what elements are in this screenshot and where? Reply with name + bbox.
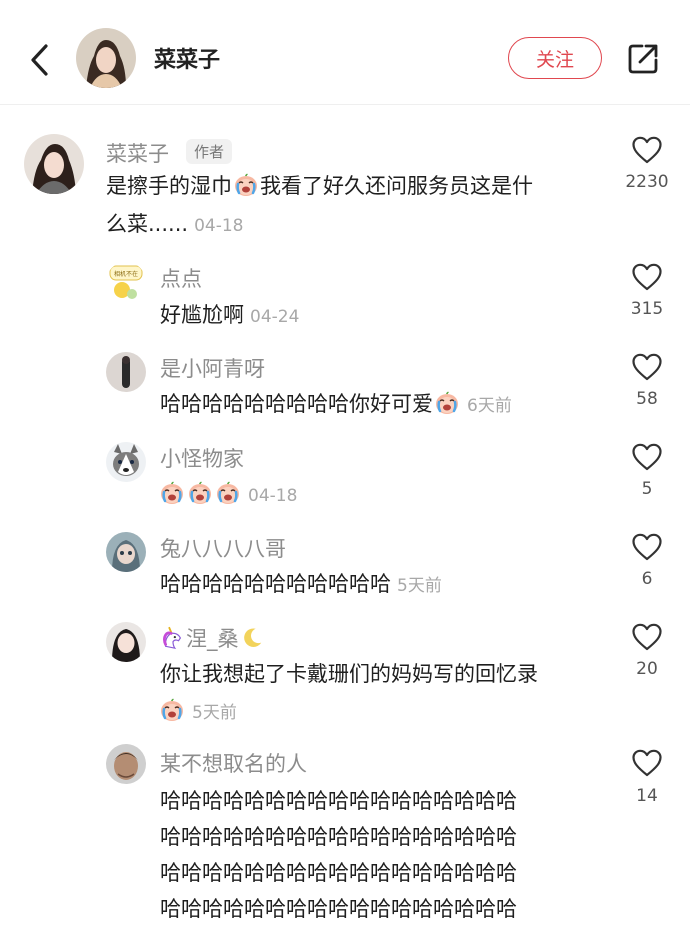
- like-count: 315: [630, 299, 664, 319]
- reply-text-line2: 5天前: [158, 693, 237, 731]
- reply-date: 5天前: [397, 576, 442, 596]
- comment-text-part: 我看了好久还问服务员这是什: [260, 174, 533, 198]
- unicorn-icon: [163, 626, 182, 650]
- reply-text-line: 哈哈哈哈哈哈哈哈哈哈哈哈哈哈哈哈哈: [160, 897, 517, 921]
- reply-date: 04-18: [248, 486, 298, 506]
- comment-date: 04-18: [194, 216, 244, 236]
- crying-laughing-emoji-icon: [434, 390, 460, 416]
- follow-button[interactable]: 关注: [508, 37, 602, 79]
- header-username[interactable]: 菜菜子: [154, 42, 220, 74]
- author-tag: 作者: [186, 139, 233, 164]
- reply-text-line: 哈哈哈哈哈哈哈哈哈哈哈哈哈哈哈哈哈: [160, 789, 517, 813]
- reply-avatar[interactable]: [106, 532, 146, 572]
- reply-avatar[interactable]: 相机不在: [106, 262, 146, 302]
- comment-username[interactable]: 菜菜子: [106, 138, 169, 168]
- reply-text: 哈哈哈哈哈哈哈哈哈你好可爱 6天前: [160, 386, 512, 424]
- comment-text-line2: 么菜...... 04-18: [106, 206, 243, 244]
- reply-text: 哈哈哈哈哈哈哈哈哈哈哈 5天前: [160, 566, 442, 604]
- heart-icon[interactable]: [631, 748, 663, 778]
- crying-laughing-emoji-icon: [215, 480, 241, 506]
- top-bar: 菜菜子 关注: [0, 0, 690, 105]
- like-count: 5: [641, 479, 653, 499]
- reply-username[interactable]: 涅_桑: [160, 623, 265, 653]
- reply-text-part: 哈哈哈哈哈哈哈哈哈你好可爱: [160, 392, 433, 416]
- like-count: 58: [636, 389, 658, 409]
- comment-text-part: 是擦手的湿巾: [106, 174, 232, 198]
- reply-date: 04-24: [250, 307, 300, 327]
- heart-icon[interactable]: [631, 262, 663, 292]
- reply-username[interactable]: 某不想取名的人: [160, 748, 307, 778]
- like-count: 14: [636, 786, 658, 806]
- header-avatar[interactable]: [76, 28, 136, 88]
- reply-date: 6天前: [467, 396, 512, 416]
- reply-text: 你让我想起了卡戴珊们的妈妈写的回忆录: [160, 656, 538, 692]
- share-icon[interactable]: [626, 42, 660, 76]
- reply-username[interactable]: 兔八八八八哥: [160, 533, 286, 563]
- comment-text-part: 么菜......: [106, 212, 189, 236]
- reply-text-part: 你让我想起了卡戴珊们的妈妈写的回忆录: [160, 662, 538, 686]
- like-count: 6: [641, 569, 653, 589]
- like-count: 2230: [625, 172, 669, 192]
- avatar-sticker-text: 相机不在: [114, 270, 138, 278]
- reply-text: 04-18: [158, 476, 297, 514]
- reply-text: 好尴尬啊 04-24: [160, 297, 299, 335]
- reply-username[interactable]: 小怪物家: [160, 443, 244, 473]
- reply-text-part: 哈哈哈哈哈哈哈哈哈哈哈: [160, 572, 391, 596]
- heart-icon[interactable]: [631, 135, 663, 165]
- like-count: 20: [636, 659, 658, 679]
- comment-text: 是擦手的湿巾 我看了好久还问服务员这是什: [106, 168, 533, 204]
- reply-date: 5天前: [192, 703, 237, 723]
- crying-laughing-emoji-icon: [233, 172, 259, 198]
- crying-laughing-emoji-icon: [159, 697, 185, 723]
- reply-avatar[interactable]: [106, 744, 146, 784]
- heart-icon[interactable]: [631, 532, 663, 562]
- reply-username-text[interactable]: 涅_桑: [186, 627, 239, 651]
- comment-avatar[interactable]: [24, 134, 84, 194]
- crying-laughing-emoji-icon: [159, 480, 185, 506]
- crying-laughing-emoji-icon: [187, 480, 213, 506]
- reply-text-line: 哈哈哈哈哈哈哈哈哈哈哈哈哈哈哈哈哈: [160, 825, 517, 849]
- heart-icon[interactable]: [631, 442, 663, 472]
- reply-avatar[interactable]: [106, 442, 146, 482]
- heart-icon[interactable]: [631, 622, 663, 652]
- moon-icon: [243, 628, 261, 647]
- reply-username[interactable]: 是小阿青呀: [160, 353, 265, 383]
- reply-avatar[interactable]: [106, 352, 146, 392]
- reply-text-part: 好尴尬啊: [160, 303, 244, 327]
- reply-text-line: 哈哈哈哈哈哈哈哈哈哈哈哈哈哈哈哈哈: [160, 861, 517, 885]
- reply-username[interactable]: 点点: [160, 263, 202, 293]
- heart-icon[interactable]: [631, 352, 663, 382]
- reply-avatar[interactable]: [106, 622, 146, 662]
- back-arrow-icon[interactable]: [26, 40, 56, 80]
